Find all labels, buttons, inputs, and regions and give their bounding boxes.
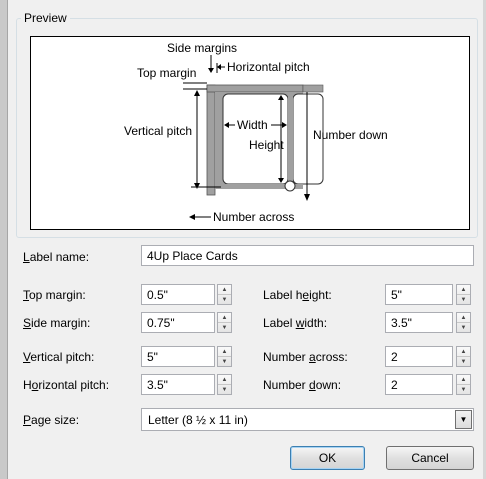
vertical-pitch-field[interactable]: 5" — [141, 346, 215, 367]
horizontal-pitch-field[interactable]: 3.5" — [141, 374, 215, 395]
top-margin-spinner[interactable]: ▲ ▼ — [217, 284, 232, 305]
preview-box: Side margins Horizontal pitch Top margin… — [30, 36, 470, 230]
spin-down-icon[interactable]: ▼ — [457, 385, 470, 394]
label-width-field[interactable]: 3.5" — [385, 312, 453, 333]
spin-up-icon[interactable]: ▲ — [218, 347, 231, 357]
page-size-select[interactable]: Letter (8 ½ x 11 in) ▼ — [141, 408, 474, 431]
horizontal-pitch-text: Horizontal pitch — [227, 60, 310, 74]
top-margin-field[interactable]: 0.5" — [141, 284, 215, 305]
spin-up-icon[interactable]: ▲ — [457, 347, 470, 357]
preview-legend: Preview — [21, 11, 70, 25]
sheet-top-edge-right — [302, 84, 324, 93]
sheet-top-margin — [206, 84, 304, 93]
spin-down-icon[interactable]: ▼ — [218, 357, 231, 366]
page-size-label: Page size: — [23, 413, 80, 427]
label-height-spinner[interactable]: ▲ ▼ — [456, 284, 471, 305]
cancel-button[interactable]: Cancel — [386, 446, 474, 470]
side-margin-spinner[interactable]: ▲ ▼ — [217, 312, 232, 333]
page-size-value: Letter (8 ½ x 11 in) — [148, 413, 248, 427]
ok-button[interactable]: OK — [290, 446, 365, 470]
number-across-arrowhead — [189, 214, 195, 220]
side-margin-label: Side margin: — [23, 316, 91, 330]
sheet-left-margin — [206, 84, 216, 196]
spin-up-icon[interactable]: ▲ — [457, 285, 470, 295]
number-across-spinner[interactable]: ▲ ▼ — [456, 346, 471, 367]
vertical-gutter — [288, 92, 293, 187]
number-down-label: Number down: — [263, 378, 342, 392]
pitch-corner-marker — [284, 180, 296, 192]
spin-down-icon[interactable]: ▼ — [218, 385, 231, 394]
spin-down-icon[interactable]: ▼ — [457, 323, 470, 332]
vertical-pitch-label: Vertical pitch: — [23, 350, 95, 364]
number-across-label: Number across: — [263, 350, 348, 364]
vertical-pitch-arrowhead-down — [194, 183, 200, 189]
height-text: Height — [249, 138, 284, 152]
number-across-field[interactable]: 2 — [385, 346, 453, 367]
label-name-label: Label name: — [23, 250, 90, 264]
label-width-spinner[interactable]: ▲ ▼ — [456, 312, 471, 333]
number-down-spinner[interactable]: ▲ ▼ — [456, 374, 471, 395]
vertical-pitch-spinner[interactable]: ▲ ▼ — [217, 346, 232, 367]
spin-down-icon[interactable]: ▼ — [218, 323, 231, 332]
horizontal-pitch-label: Horizontal pitch: — [23, 378, 110, 392]
vertical-pitch-text: Vertical pitch — [124, 124, 192, 138]
top-margin-label: Top margin: — [23, 288, 86, 302]
number-across-text: Number across — [213, 210, 294, 224]
horizontal-pitch-arrowhead — [217, 64, 221, 70]
spin-up-icon[interactable]: ▲ — [218, 285, 231, 295]
spin-up-icon[interactable]: ▲ — [218, 375, 231, 385]
spin-up-icon[interactable]: ▲ — [457, 375, 470, 385]
top-margin-text: Top margin — [137, 66, 196, 80]
number-down-field[interactable]: 2 — [385, 374, 453, 395]
spin-down-icon[interactable]: ▼ — [457, 295, 470, 304]
horizontal-pitch-spinner[interactable]: ▲ ▼ — [217, 374, 232, 395]
label-height-field[interactable]: 5" — [385, 284, 453, 305]
spin-up-icon[interactable]: ▲ — [218, 313, 231, 323]
label-height-label: Label height: — [263, 288, 332, 302]
spin-down-icon[interactable]: ▼ — [457, 357, 470, 366]
chevron-down-icon[interactable]: ▼ — [455, 410, 472, 429]
window-edge — [0, 0, 8, 479]
label-diagram: Side margins Horizontal pitch Top margin… — [124, 41, 388, 224]
width-text: Width — [237, 118, 268, 132]
side-margin-field[interactable]: 0.75" — [141, 312, 215, 333]
number-down-text: Number down — [313, 128, 388, 142]
spin-up-icon[interactable]: ▲ — [457, 313, 470, 323]
vertical-pitch-arrowhead-up — [194, 90, 200, 96]
label-cell-bottom — [223, 189, 288, 199]
side-margins-arrowhead — [208, 68, 214, 73]
label-width-label: Label width: — [263, 316, 328, 330]
spin-down-icon[interactable]: ▼ — [218, 295, 231, 304]
side-margins-text: Side margins — [167, 41, 237, 55]
label-name-field[interactable]: 4Up Place Cards — [141, 245, 474, 266]
